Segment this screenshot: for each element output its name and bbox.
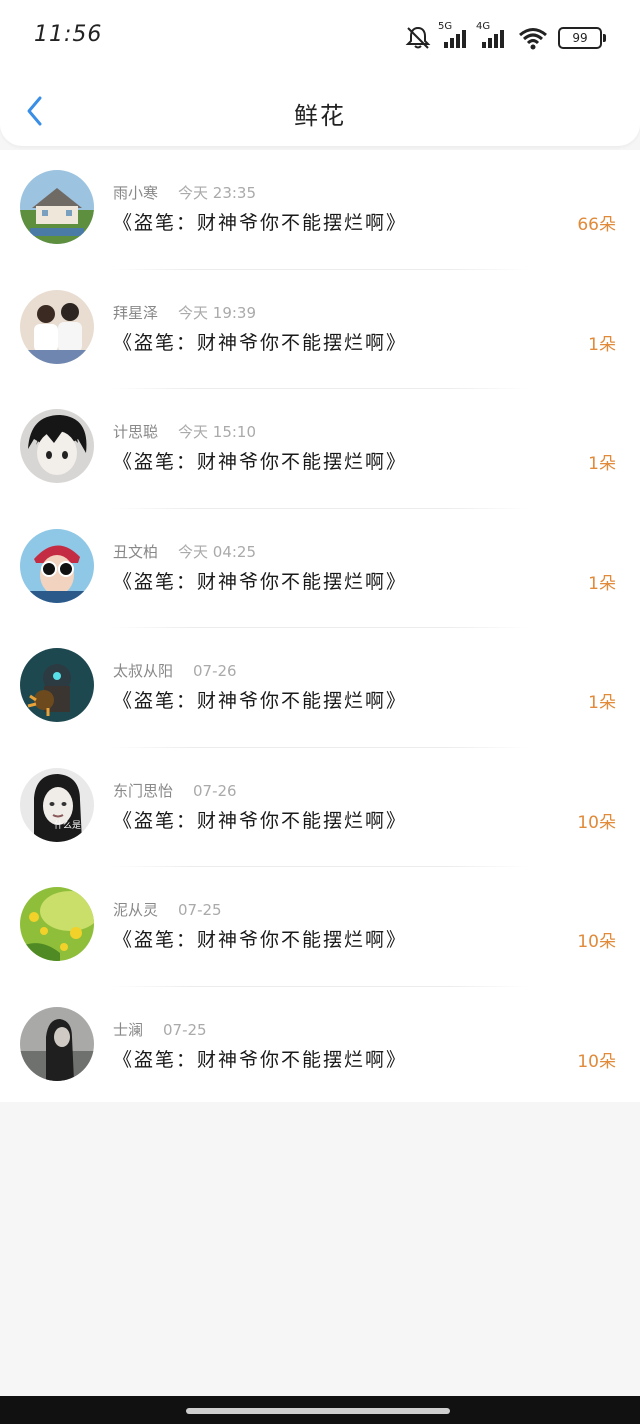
signal-4g-icon: 4G bbox=[476, 21, 508, 49]
flower-count: 10朵 bbox=[577, 1051, 616, 1072]
flower-count: 1朵 bbox=[588, 573, 616, 594]
list-item[interactable]: 什么是 东门思怡 07-26 《盗笔：财神爷你不能摆烂啊》 10朵 bbox=[0, 748, 640, 867]
status-bar: 11:56 5G 4G 99 bbox=[0, 0, 640, 76]
sender-name: 计思聪 bbox=[113, 423, 159, 441]
signal-5g-icon: 5G bbox=[438, 21, 470, 49]
wifi-icon bbox=[518, 26, 548, 50]
sender-name: 拜星泽 bbox=[113, 303, 159, 322]
sender-name: 泥从灵 bbox=[113, 901, 159, 919]
book-title: 《盗笔：财神爷你不能摆烂啊》 bbox=[113, 331, 408, 354]
sender-name: 雨小寒 bbox=[113, 184, 159, 202]
avatar[interactable] bbox=[20, 170, 94, 244]
record-time: 今天 23:35 bbox=[178, 184, 257, 202]
record-meta: 拜星泽 今天 19:39 bbox=[113, 302, 256, 323]
list-item[interactable]: 士澜 07-25 《盗笔：财神爷你不能摆烂啊》 10朵 bbox=[0, 987, 640, 1107]
network-label-4g: 4G bbox=[476, 21, 491, 32]
flower-record-list: 雨小寒 今天 23:35 《盗笔：财神爷你不能摆烂啊》 66朵 拜星泽 今天 19:… bbox=[0, 150, 640, 1102]
flower-count: 10朵 bbox=[577, 812, 616, 833]
sender-name: 士澜 bbox=[113, 1020, 144, 1039]
status-time: 11:56 bbox=[34, 22, 103, 47]
record-time: 今天 04:25 bbox=[178, 542, 257, 561]
list-item[interactable]: 丑文柏 今天 04:25 《盗笔：财神爷你不能摆烂啊》 1朵 bbox=[0, 509, 640, 628]
list-item[interactable]: 泥从灵 07-25 《盗笔：财神爷你不能摆烂啊》 10朵 bbox=[0, 867, 640, 987]
list-item[interactable]: 太叔从阳 07-26 《盗笔：财神爷你不能摆烂啊》 1朵 bbox=[0, 628, 640, 748]
book-title: 《盗笔：财神爷你不能摆烂啊》 bbox=[113, 929, 408, 951]
book-title: 《盗笔：财神爷你不能摆烂啊》 bbox=[113, 212, 408, 234]
system-nav-bar bbox=[0, 1396, 640, 1424]
record-meta: 泥从灵 07-25 bbox=[113, 899, 222, 920]
flower-count: 1朵 bbox=[588, 693, 616, 713]
avatar[interactable] bbox=[20, 409, 94, 483]
record-time: 07-26 bbox=[193, 781, 237, 800]
sender-name: 太叔从阳 bbox=[113, 662, 174, 680]
avatar[interactable] bbox=[20, 1006, 94, 1081]
avatar[interactable] bbox=[20, 528, 94, 603]
record-meta: 太叔从阳 07-26 bbox=[113, 660, 237, 681]
flower-count: 66朵 bbox=[577, 215, 616, 235]
empty-area bbox=[0, 1102, 640, 1396]
record-meta: 丑文柏 今天 04:25 bbox=[113, 541, 256, 562]
avatar[interactable] bbox=[20, 887, 94, 961]
page-title: 鲜花 bbox=[294, 102, 346, 130]
list-item[interactable]: 计思聪 今天 15:10 《盗笔：财神爷你不能摆烂啊》 1朵 bbox=[0, 389, 640, 509]
avatar[interactable] bbox=[20, 648, 94, 722]
book-title: 《盗笔：财神爷你不能摆烂啊》 bbox=[113, 451, 408, 473]
mute-notification-icon bbox=[404, 25, 432, 51]
sender-name: 丑文柏 bbox=[113, 542, 159, 561]
battery-icon: 99 bbox=[558, 27, 606, 49]
flower-count: 10朵 bbox=[577, 932, 616, 952]
avatar-overlay-text: 什么是 bbox=[54, 820, 82, 831]
book-title: 《盗笔：财神爷你不能摆烂啊》 bbox=[113, 809, 408, 832]
network-label-5g: 5G bbox=[438, 21, 453, 32]
record-meta: 东门思怡 07-26 bbox=[113, 780, 237, 801]
book-title: 《盗笔：财神爷你不能摆烂啊》 bbox=[113, 1048, 408, 1071]
flower-count: 1朵 bbox=[588, 454, 616, 474]
record-meta: 士澜 07-25 bbox=[113, 1019, 207, 1040]
record-time: 07-25 bbox=[178, 901, 222, 919]
list-item[interactable]: 拜星泽 今天 19:39 《盗笔：财神爷你不能摆烂啊》 1朵 bbox=[0, 270, 640, 389]
record-time: 07-25 bbox=[163, 1020, 207, 1039]
home-indicator[interactable] bbox=[186, 1408, 450, 1414]
record-meta: 雨小寒 今天 23:35 bbox=[113, 182, 256, 203]
book-title: 《盗笔：财神爷你不能摆烂啊》 bbox=[113, 570, 408, 593]
sender-name: 东门思怡 bbox=[113, 781, 174, 800]
record-time: 今天 15:10 bbox=[178, 423, 257, 441]
list-item[interactable]: 雨小寒 今天 23:35 《盗笔：财神爷你不能摆烂啊》 66朵 bbox=[0, 150, 640, 270]
header: 鲜花 bbox=[0, 76, 640, 146]
record-meta: 计思聪 今天 15:10 bbox=[113, 421, 256, 442]
avatar[interactable]: 什么是 bbox=[20, 767, 94, 842]
avatar[interactable] bbox=[20, 289, 94, 364]
book-title: 《盗笔：财神爷你不能摆烂啊》 bbox=[113, 690, 408, 712]
flower-count: 1朵 bbox=[588, 334, 616, 355]
record-time: 07-26 bbox=[193, 662, 237, 680]
record-time: 今天 19:39 bbox=[178, 303, 257, 322]
status-icons: 5G 4G 99 bbox=[404, 21, 606, 54]
